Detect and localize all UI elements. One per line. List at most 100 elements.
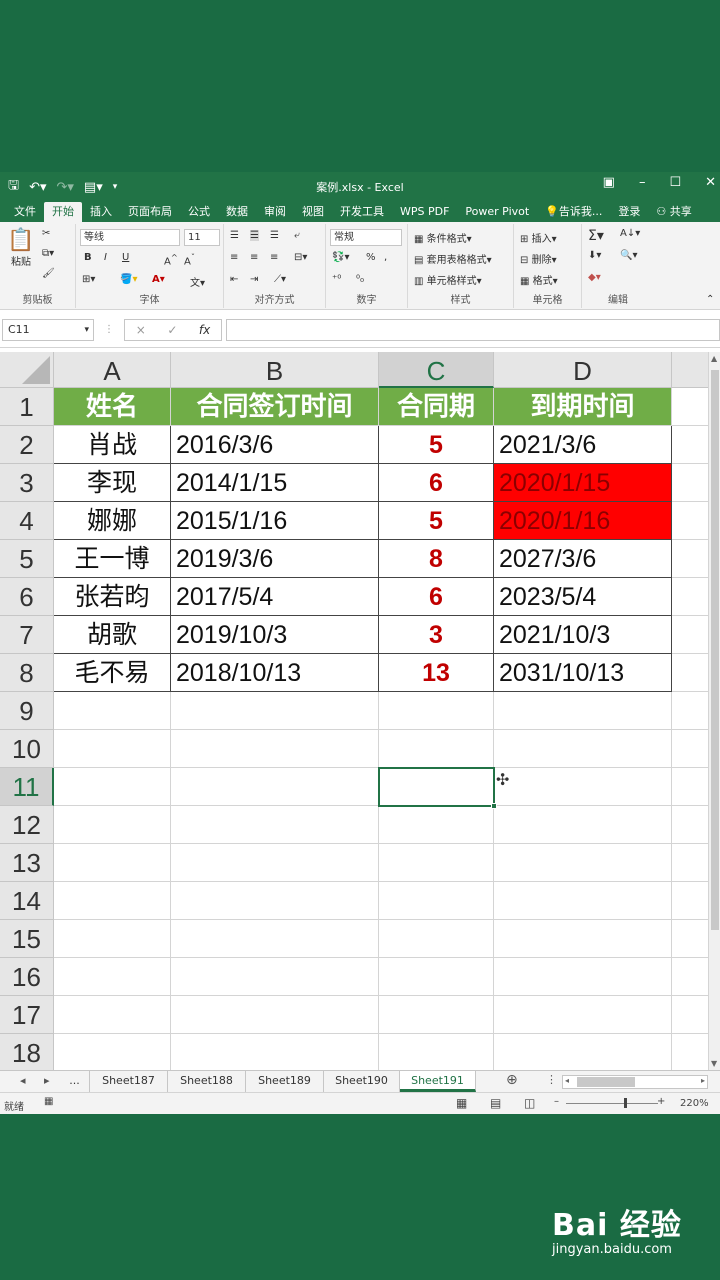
empty-cell[interactable] bbox=[672, 844, 708, 882]
empty-cell[interactable] bbox=[672, 540, 708, 578]
add-sheet-icon[interactable]: ⊕ bbox=[506, 1072, 518, 1088]
tab-file[interactable]: 文件 bbox=[6, 202, 44, 222]
merge-center-icon[interactable]: ⊟▾ bbox=[294, 252, 307, 263]
cell-term[interactable]: 6 bbox=[379, 578, 494, 616]
enter-icon[interactable]: ✓ bbox=[167, 323, 177, 337]
page-break-view-icon[interactable]: ◫ bbox=[524, 1096, 535, 1110]
row-header[interactable]: 7 bbox=[0, 616, 54, 654]
next-sheet-icon[interactable]: ▸ bbox=[44, 1074, 50, 1087]
empty-cell[interactable] bbox=[494, 920, 672, 958]
empty-cell[interactable] bbox=[672, 578, 708, 616]
cell-signed[interactable]: 2017/5/4 bbox=[171, 578, 379, 616]
empty-cell[interactable] bbox=[171, 768, 379, 806]
row-header[interactable]: 3 bbox=[0, 464, 54, 502]
cell-name[interactable]: 张若昀 bbox=[54, 578, 171, 616]
empty-cell[interactable] bbox=[54, 692, 171, 730]
empty-cell[interactable] bbox=[672, 388, 708, 426]
tab-formulas[interactable]: 公式 bbox=[180, 202, 218, 222]
empty-cell[interactable] bbox=[54, 844, 171, 882]
zoom-level[interactable]: 220% bbox=[680, 1098, 709, 1109]
find-select-icon[interactable]: 🔍▾ bbox=[620, 250, 637, 261]
empty-cell[interactable] bbox=[672, 464, 708, 502]
empty-cell[interactable] bbox=[672, 616, 708, 654]
italic-button[interactable]: I bbox=[104, 252, 107, 263]
decrease-decimal-icon[interactable]: ⁰₀ bbox=[356, 274, 364, 285]
name-box[interactable]: C11 ▾ bbox=[2, 319, 94, 341]
shrink-font-icon[interactable]: Aˇ bbox=[184, 252, 195, 267]
empty-cell[interactable] bbox=[171, 844, 379, 882]
cut-icon[interactable]: ✂ bbox=[42, 228, 50, 239]
empty-cell[interactable] bbox=[54, 806, 171, 844]
tab-review[interactable]: 审阅 bbox=[256, 202, 294, 222]
decrease-indent-icon[interactable]: ⇤ bbox=[230, 274, 238, 285]
tab-developer[interactable]: 开发工具 bbox=[332, 202, 392, 222]
fill-color-icon[interactable]: 🪣▾ bbox=[120, 274, 137, 285]
zoom-slider-thumb[interactable] bbox=[624, 1098, 627, 1108]
cell-term[interactable]: 13 bbox=[379, 654, 494, 692]
empty-cell[interactable] bbox=[494, 806, 672, 844]
empty-cell[interactable] bbox=[171, 958, 379, 996]
empty-cell[interactable] bbox=[379, 958, 494, 996]
delete-cells-button[interactable]: ⊟ 删除▾ bbox=[520, 251, 557, 266]
empty-cell[interactable] bbox=[379, 1034, 494, 1070]
sort-filter-icon[interactable]: A↓▾ bbox=[620, 228, 640, 239]
zoom-in-icon[interactable]: + bbox=[657, 1096, 665, 1107]
empty-cell[interactable] bbox=[672, 426, 708, 464]
cell-expiry[interactable]: 2031/10/13 bbox=[494, 654, 672, 692]
zoom-out-icon[interactable]: – bbox=[554, 1096, 559, 1107]
cell-term[interactable]: 5 bbox=[379, 426, 494, 464]
cell-name[interactable]: 肖战 bbox=[54, 426, 171, 464]
tab-split-icon[interactable]: ⋮ bbox=[546, 1073, 557, 1086]
hscroll-thumb[interactable] bbox=[577, 1077, 635, 1087]
row-header[interactable]: 12 bbox=[0, 806, 54, 844]
cancel-icon[interactable]: × bbox=[136, 323, 146, 337]
autosum-icon[interactable]: Σ▾ bbox=[588, 228, 604, 244]
empty-cell[interactable] bbox=[171, 996, 379, 1034]
empty-cell[interactable] bbox=[672, 920, 708, 958]
copy-icon[interactable]: ⧉▾ bbox=[42, 248, 54, 259]
empty-cell[interactable] bbox=[379, 844, 494, 882]
align-left-icon[interactable]: ≡ bbox=[230, 252, 238, 263]
cell-signed[interactable]: 2014/1/15 bbox=[171, 464, 379, 502]
align-center-icon[interactable]: ≡ bbox=[250, 252, 258, 263]
clear-icon[interactable]: ◆▾ bbox=[588, 272, 601, 283]
sheet-tab[interactable]: Sheet190 bbox=[324, 1071, 400, 1092]
empty-cell[interactable] bbox=[672, 768, 708, 806]
scroll-right-icon[interactable]: ▸ bbox=[701, 1076, 705, 1085]
row-header[interactable]: 8 bbox=[0, 654, 54, 692]
comma-button[interactable]: , bbox=[384, 252, 387, 263]
row-header[interactable]: 6 bbox=[0, 578, 54, 616]
row-header[interactable]: 11 bbox=[0, 768, 54, 806]
empty-cell[interactable] bbox=[171, 920, 379, 958]
header-cell-term[interactable]: 合同期 bbox=[379, 388, 494, 426]
prev-sheet-icon[interactable]: ◂ bbox=[20, 1074, 26, 1087]
cell-signed[interactable]: 2019/10/3 bbox=[171, 616, 379, 654]
cell-name[interactable]: 王一博 bbox=[54, 540, 171, 578]
align-right-icon[interactable]: ≡ bbox=[270, 252, 278, 263]
empty-cell[interactable] bbox=[672, 958, 708, 996]
tab-page-layout[interactable]: 页面布局 bbox=[120, 202, 180, 222]
empty-cell[interactable] bbox=[379, 806, 494, 844]
increase-decimal-icon[interactable]: ⁺⁰ bbox=[332, 274, 341, 285]
empty-cell[interactable] bbox=[54, 768, 171, 806]
orientation-icon[interactable]: ⟋▾ bbox=[274, 274, 286, 285]
number-format-select[interactable]: 常规 bbox=[330, 229, 402, 246]
empty-cell[interactable] bbox=[494, 692, 672, 730]
minimize-icon[interactable]: – bbox=[639, 175, 646, 190]
row-header[interactable]: 17 bbox=[0, 996, 54, 1034]
row-header[interactable]: 15 bbox=[0, 920, 54, 958]
insert-cells-button[interactable]: ⊞ 插入▾ bbox=[520, 230, 557, 245]
sheet-tab[interactable]: Sheet189 bbox=[246, 1071, 324, 1092]
cell-name[interactable]: 李现 bbox=[54, 464, 171, 502]
align-middle-icon[interactable]: ☰ bbox=[250, 230, 259, 241]
macro-record-icon[interactable]: ▦ bbox=[44, 1096, 53, 1107]
normal-view-icon[interactable]: ▦ bbox=[456, 1096, 467, 1110]
font-name-select[interactable]: 等线 bbox=[80, 229, 180, 246]
header-cell-signed[interactable]: 合同签订时间 bbox=[171, 388, 379, 426]
phonetic-icon[interactable]: 文▾ bbox=[190, 274, 205, 289]
sheet-tab[interactable]: Sheet187 bbox=[90, 1071, 168, 1092]
increase-indent-icon[interactable]: ⇥ bbox=[250, 274, 258, 285]
row-header[interactable]: 1 bbox=[0, 388, 54, 426]
empty-cell[interactable] bbox=[54, 882, 171, 920]
format-cells-button[interactable]: ▦ 格式▾ bbox=[520, 272, 558, 287]
